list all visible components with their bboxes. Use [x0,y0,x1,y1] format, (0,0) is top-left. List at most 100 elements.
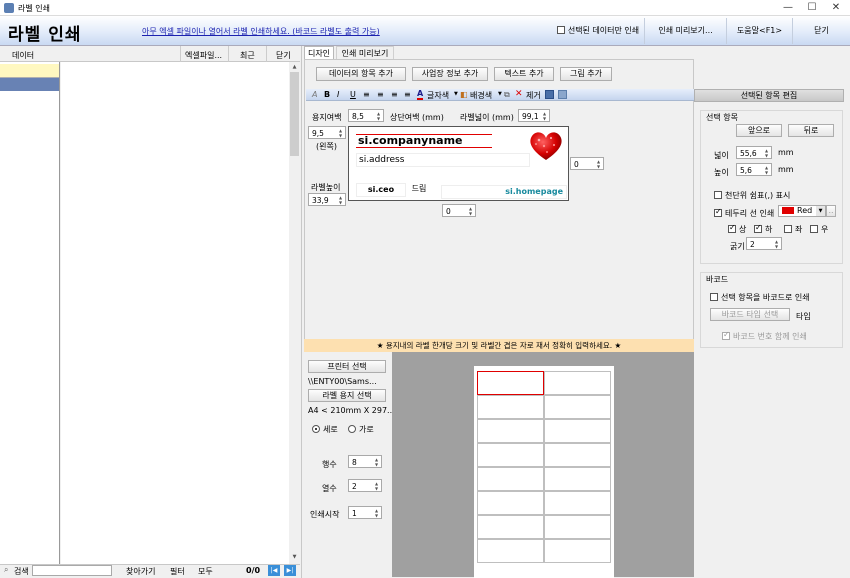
spinner-arrows-icon[interactable]: ▲ ▼ [541,111,548,121]
excel-file-button[interactable]: 엑셀파일... [185,50,222,61]
right-gap-spinner[interactable]: 0 ▲ ▼ [570,157,604,170]
label-cell[interactable] [544,395,611,419]
align-center-icon[interactable]: ≡ [377,90,384,99]
add-data-item-button[interactable]: 데이터의 항목 추가 [316,67,406,81]
bring-front-button[interactable]: 앞으로 [736,124,782,137]
thousand-separator-checkbox[interactable]: 천단위 쉼표(,) 표시 [714,190,790,201]
item-width-spinner[interactable]: 55,6 ▲ ▼ [736,146,772,159]
label-cell[interactable] [544,491,611,515]
bottom-gap-spinner[interactable]: 0 ▲ ▼ [442,204,476,217]
label-cell[interactable] [477,371,544,395]
print-as-barcode-checkbox[interactable]: 선택 항목을 바코드로 인쇄 [710,292,810,303]
scroll-down-arrow-icon[interactable]: ▼ [290,554,299,560]
row-header-column[interactable] [0,62,60,564]
label-cell[interactable] [544,467,611,491]
selected-only-checkbox[interactable]: 선택된 데이터만 인쇄 [552,18,644,44]
all-button[interactable]: 모두 [198,566,213,577]
data-close-button[interactable]: 닫기 [276,50,291,61]
delete-icon[interactable]: ✕ [515,89,523,99]
scroll-up-arrow-icon[interactable]: ▲ [290,64,299,70]
font-color-dropdown-icon[interactable]: ▼ [454,91,458,97]
label-cell[interactable] [477,515,544,539]
spinner-arrows-icon[interactable]: ▲ ▼ [467,206,474,216]
label-cell[interactable] [544,515,611,539]
select-barcode-type-button[interactable]: 바코드 타입 선택 [710,308,790,321]
label-cell[interactable] [544,419,611,443]
label-canvas[interactable]: si.companyname si.address si.ceo 드림 si.h… [348,126,569,201]
printer-select-button[interactable]: 프린터 선택 [308,360,386,373]
spinner-arrows-icon[interactable]: ▲ ▼ [375,111,382,121]
label-cell[interactable] [477,491,544,515]
help-button[interactable]: 도움말<F1> [726,18,792,44]
header-note-link[interactable]: 아무 엑셀 파일이나 열어서 라벨 인쇄하세요. (바코드 라벨도 출력 가능) [142,26,380,37]
font-color-label[interactable]: 글자색 [427,90,449,101]
label-cell[interactable] [477,419,544,443]
spinner-arrows-icon[interactable]: ▲ ▼ [595,159,602,169]
portrait-radio[interactable]: 세로 [312,424,338,435]
border-top-checkbox[interactable]: 상 [728,223,746,235]
spinner-arrows-icon[interactable]: ▲ ▼ [337,128,344,138]
label-cell[interactable] [477,467,544,491]
paper-select-button[interactable]: 라벨 용지 선택 [308,389,386,402]
homepage-field[interactable]: si.homepage [441,185,567,199]
bold-icon[interactable]: B [324,90,330,99]
rows-spinner[interactable]: 8 ▲ ▼ [348,455,382,468]
label-cell[interactable] [477,395,544,419]
add-picture-button[interactable]: 그림 추가 [560,67,612,81]
label-cell[interactable] [477,539,544,563]
bg-color-label[interactable]: 배경색 [470,90,492,101]
spinner-arrows-icon[interactable]: ▲ ▼ [373,508,380,518]
left-margin-spinner[interactable]: 9,5 ▲ ▼ [308,126,346,139]
italic-icon[interactable]: I [337,90,339,99]
label-cell[interactable] [544,539,611,563]
border-left-checkbox[interactable]: 좌 [784,224,802,235]
label-width-spinner[interactable]: 99,1 ▲ ▼ [518,109,550,122]
recent-button[interactable]: 최근 [240,50,255,61]
splitter[interactable] [301,46,302,578]
delete-label[interactable]: 제거 [526,90,541,101]
spinner-arrows-icon[interactable]: ▲ ▼ [337,195,344,205]
save-as-icon[interactable] [558,90,567,99]
underline-icon[interactable]: U [350,90,356,99]
label-cell[interactable] [544,371,611,395]
border-right-checkbox[interactable]: 우 [810,224,828,235]
company-name-field[interactable]: si.companyname [356,134,492,148]
print-start-spinner[interactable]: 1 ▲ ▼ [348,506,382,519]
maximize-button[interactable]: ☐ [800,0,824,16]
spinner-arrows-icon[interactable]: ▲ ▼ [373,481,380,491]
add-business-info-button[interactable]: 사업장 정보 추가 [412,67,488,81]
row-header-selected[interactable] [0,78,59,91]
row-header-current[interactable] [0,64,59,78]
filter-button[interactable]: 필터 [170,566,185,577]
align-left-icon[interactable]: ≡ [363,90,370,99]
label-cell[interactable] [477,443,544,467]
border-print-checkbox[interactable]: 테두리 선 인쇄 [714,207,774,219]
font-color-icon[interactable]: A [417,89,424,100]
data-grid-scrollbar[interactable]: ▲ ▼ [289,62,300,564]
bg-color-icon[interactable]: ◧ [460,90,468,99]
find-button[interactable]: 찾아가기 [126,566,155,577]
item-height-spinner[interactable]: 5,6 ▲ ▼ [736,163,772,176]
bg-color-dropdown-icon[interactable]: ▼ [498,91,502,97]
align-right-icon[interactable]: ≡ [391,90,398,99]
minimize-button[interactable]: — [776,0,800,16]
justify-icon[interactable]: ≡ [404,90,411,99]
spinner-arrows-icon[interactable]: ▲ ▼ [763,148,770,158]
heart-image[interactable] [527,129,565,163]
address-field[interactable]: si.address [356,153,530,167]
cols-spinner[interactable]: 2 ▲ ▼ [348,479,382,492]
data-grid[interactable] [61,62,289,564]
save-icon[interactable] [545,90,554,99]
scroll-thumb[interactable] [290,72,299,156]
spinner-arrows-icon[interactable]: ▲ ▼ [763,165,770,175]
font-icon[interactable]: A [312,90,317,99]
paper-margin-spinner[interactable]: 8,5 ▲ ▼ [348,109,384,122]
last-record-icon[interactable]: ▶| [284,565,296,576]
label-height-spinner[interactable]: 33,9 ▲ ▼ [308,193,346,206]
spinner-arrows-icon[interactable]: ▲ ▼ [773,239,780,249]
ceo-field[interactable]: si.ceo [356,183,406,197]
color-more-button[interactable]: .. [826,205,836,217]
send-back-button[interactable]: 뒤로 [788,124,834,137]
search-input[interactable] [32,565,112,576]
border-bottom-checkbox[interactable]: 하 [754,223,772,235]
